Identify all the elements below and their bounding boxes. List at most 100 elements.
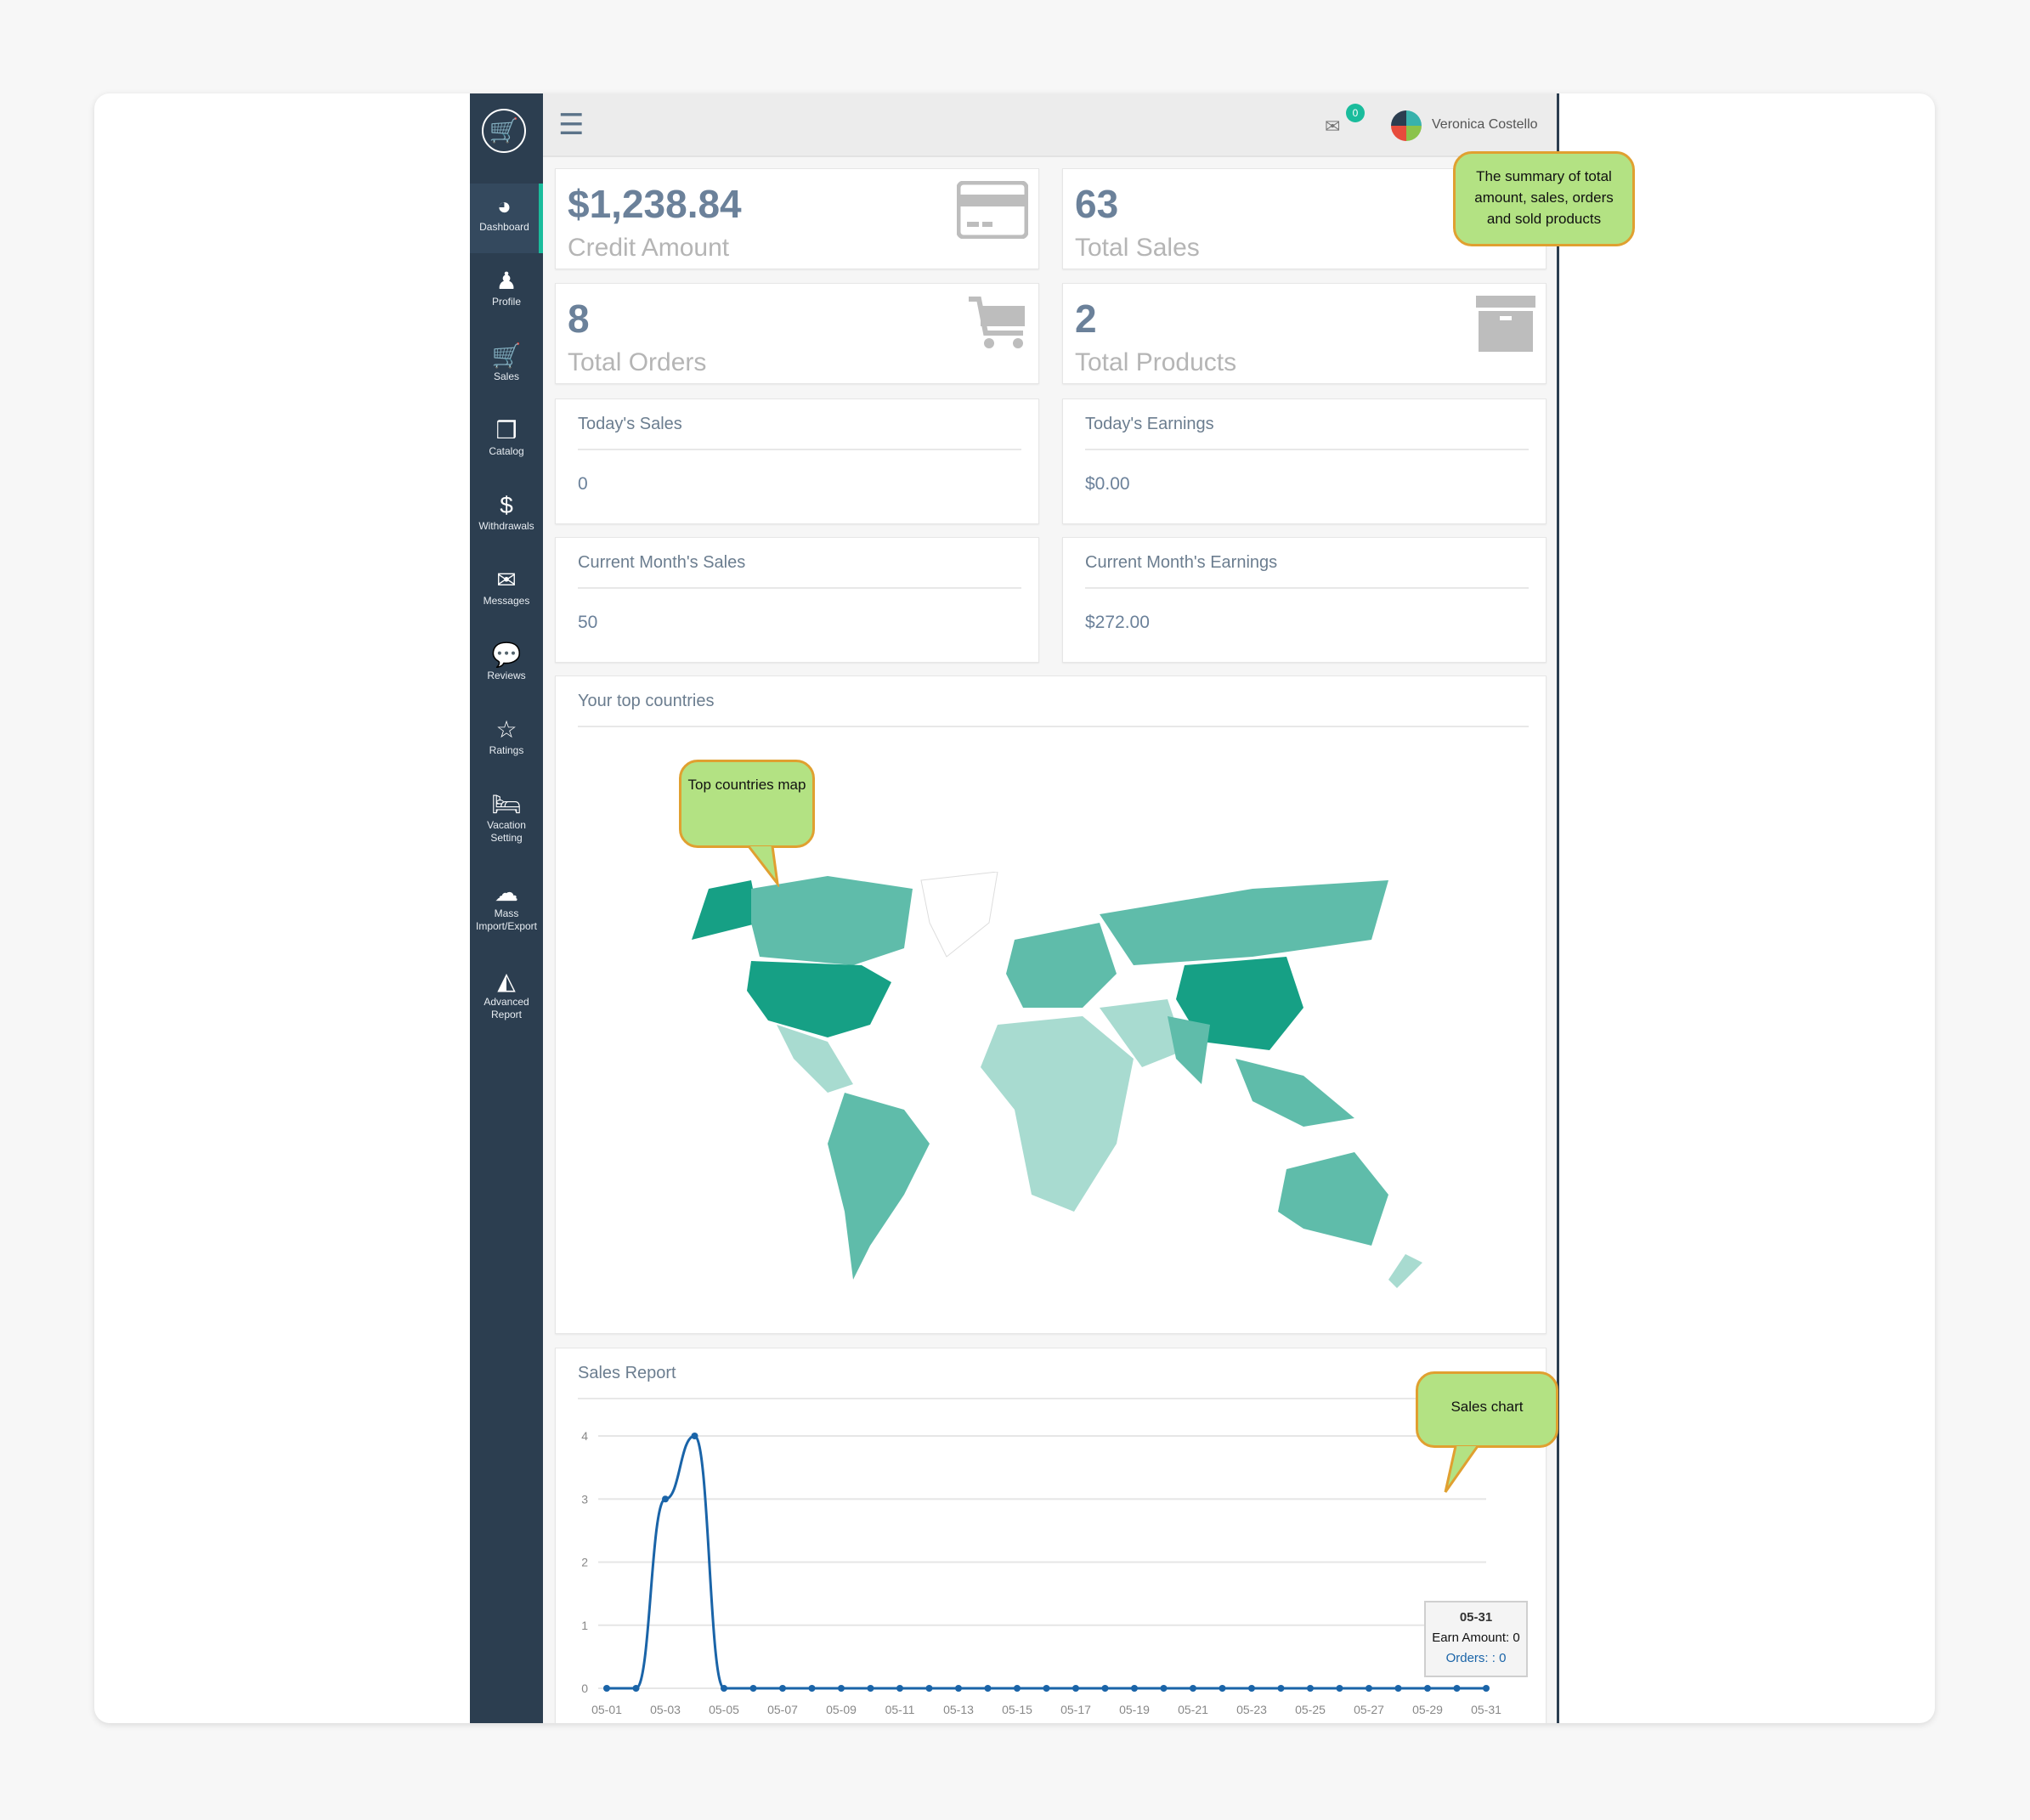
callout-summary: The summary of total amount, sales, orde… bbox=[1453, 151, 1635, 246]
sidebar-item-profile[interactable]: ♟ Profile bbox=[470, 258, 543, 328]
credit-card-icon bbox=[957, 181, 1028, 239]
sidebar-item-label: Mass Import/Export bbox=[475, 907, 538, 932]
map-region-europe bbox=[1006, 923, 1117, 1008]
sidebar-item-advanced-report[interactable]: ◭ Advanced Report bbox=[470, 958, 543, 1040]
x-tick-label: 05-31 bbox=[1471, 1703, 1501, 1716]
stat-label: Credit Amount bbox=[568, 234, 730, 262]
callout-tail bbox=[747, 845, 780, 887]
sidebar-item-label: Withdrawals bbox=[478, 520, 534, 532]
data-point bbox=[749, 1685, 757, 1692]
x-tick-label: 05-27 bbox=[1354, 1703, 1384, 1716]
panel-value: 0 bbox=[578, 474, 588, 494]
sidebar-item-mass-import-export[interactable]: ☁ Mass Import/Export bbox=[470, 870, 543, 952]
sidebar-item-dashboard[interactable]: ◕ Dashboard bbox=[470, 184, 543, 253]
menu-toggle-icon[interactable]: ☰ bbox=[558, 110, 584, 139]
data-point bbox=[1307, 1685, 1314, 1692]
y-tick-label: 1 bbox=[581, 1619, 588, 1632]
user-name[interactable]: Veronica Costello bbox=[1432, 117, 1538, 133]
data-point bbox=[1219, 1685, 1226, 1692]
data-point bbox=[1160, 1685, 1168, 1692]
sidebar-item-label: Catalog bbox=[489, 445, 524, 457]
sidebar-item-label: Sales bbox=[493, 370, 520, 382]
stat-label: Total Orders bbox=[568, 348, 707, 376]
data-point bbox=[1248, 1685, 1255, 1692]
sidebar-item-label: Ratings bbox=[489, 744, 524, 756]
data-point bbox=[1453, 1685, 1461, 1692]
envelope-icon: ✉ bbox=[496, 567, 517, 593]
data-point bbox=[603, 1685, 610, 1692]
data-point bbox=[721, 1685, 727, 1692]
tooltip-earn: Earn Amount: 0 bbox=[1432, 1631, 1520, 1645]
x-tick-label: 05-07 bbox=[767, 1703, 798, 1716]
stat-label: Total Products bbox=[1075, 348, 1237, 376]
x-tick-label: 05-17 bbox=[1060, 1703, 1091, 1716]
sidebar-item-label: Reviews bbox=[487, 670, 526, 681]
sales-chart[interactable]: 0 1 2 3 4 05-01 05-03 05-05 05-07 05-09 05-11 05-13… bbox=[556, 1348, 1547, 1723]
chart-tooltip: 05-31 Earn Amount: 0 Orders: : 0 bbox=[1424, 1601, 1528, 1677]
data-point bbox=[1366, 1685, 1372, 1692]
top-bar: ☰ ✉ 0 Veronica Costello bbox=[543, 93, 1557, 157]
sidebar-item-label: Advanced Report bbox=[483, 996, 529, 1020]
map-region-russia bbox=[1100, 880, 1388, 965]
panel-title: Current Month's Sales bbox=[578, 553, 746, 572]
x-tick-label: 05-19 bbox=[1119, 1703, 1150, 1716]
sidebar: 🛒 ◕ Dashboard ♟ Profile 🛒 Sales ❒ Catalog $ Withd… bbox=[470, 93, 543, 1723]
map-region-greenland bbox=[920, 872, 998, 958]
x-tick-label: 05-05 bbox=[709, 1703, 739, 1716]
map-region-canada bbox=[751, 876, 913, 965]
panel-title: Today's Sales bbox=[578, 415, 682, 433]
y-tick-label: 2 bbox=[581, 1556, 588, 1569]
divider bbox=[1085, 587, 1529, 589]
sidebar-item-messages[interactable]: ✉ Messages bbox=[470, 557, 543, 627]
divider bbox=[1085, 449, 1529, 450]
world-map[interactable] bbox=[658, 872, 1448, 1297]
avatar[interactable] bbox=[1391, 110, 1422, 141]
data-point bbox=[1101, 1685, 1109, 1692]
todays-sales-panel: Today's Sales 0 bbox=[555, 398, 1039, 524]
map-region-australia bbox=[1278, 1152, 1388, 1246]
callout-tail bbox=[1444, 1445, 1479, 1493]
todays-earnings-panel: Today's Earnings $0.00 bbox=[1062, 398, 1547, 524]
envelope-icon[interactable]: ✉ bbox=[1325, 116, 1340, 138]
cart-icon bbox=[969, 297, 1025, 348]
stat-label: Total Sales bbox=[1075, 234, 1200, 262]
sidebar-item-reviews[interactable]: 💬 Reviews bbox=[470, 632, 543, 702]
panel-title: Current Month's Earnings bbox=[1085, 553, 1278, 572]
comment-icon: 💬 bbox=[491, 642, 522, 668]
stat-credit-amount: $1,238.84 Credit Amount bbox=[555, 168, 1039, 269]
stat-value: 2 bbox=[1075, 297, 1097, 341]
sidebar-item-sales[interactable]: 🛒 Sales bbox=[470, 333, 543, 403]
sidebar-item-vacation-setting[interactable]: 🛏 Vacation Setting bbox=[470, 782, 543, 863]
data-point bbox=[632, 1685, 640, 1692]
tooltip-date: 05-31 bbox=[1459, 1610, 1493, 1625]
panel-title: Your top countries bbox=[578, 692, 715, 710]
x-tick-label: 05-29 bbox=[1412, 1703, 1443, 1716]
area-chart-icon: ◭ bbox=[497, 968, 516, 994]
stat-value: 8 bbox=[568, 297, 590, 341]
sidebar-item-withdrawals[interactable]: $ Withdrawals bbox=[470, 483, 543, 552]
store-logo-icon[interactable]: 🛒 bbox=[482, 109, 526, 153]
dashboard-icon: ◕ bbox=[497, 193, 512, 219]
data-point bbox=[1336, 1685, 1343, 1692]
data-point bbox=[896, 1685, 903, 1692]
y-tick-label: 0 bbox=[581, 1682, 588, 1695]
panel-value: 50 bbox=[578, 613, 598, 632]
app-window: 🛒 ◕ Dashboard ♟ Profile 🛒 Sales ❒ Catalog $ Withd… bbox=[94, 93, 1935, 1723]
data-point bbox=[1394, 1685, 1402, 1692]
sidebar-item-label: Dashboard bbox=[479, 221, 529, 233]
map-region-south-america bbox=[828, 1093, 930, 1280]
data-point bbox=[808, 1685, 816, 1692]
data-point bbox=[838, 1685, 845, 1692]
sidebar-item-ratings[interactable]: ☆ Ratings bbox=[470, 707, 543, 777]
callout-map: Top countries map bbox=[679, 760, 815, 848]
y-tick-label: 4 bbox=[581, 1429, 588, 1443]
sidebar-item-catalog[interactable]: ❒ Catalog bbox=[470, 408, 543, 478]
map-region-usa bbox=[747, 961, 891, 1037]
sidebar-item-label: Profile bbox=[491, 296, 521, 308]
main-content: ☰ ✉ 0 Veronica Costello $1,238.84 Credit… bbox=[543, 93, 1635, 1723]
cloud-upload-icon: ☁ bbox=[495, 879, 518, 906]
cart-plus-icon: 🛒 bbox=[491, 342, 522, 369]
map-region-southeast-asia bbox=[1236, 1059, 1354, 1127]
data-point bbox=[1483, 1685, 1490, 1692]
tooltip-orders: Orders: : 0 bbox=[1445, 1651, 1507, 1665]
